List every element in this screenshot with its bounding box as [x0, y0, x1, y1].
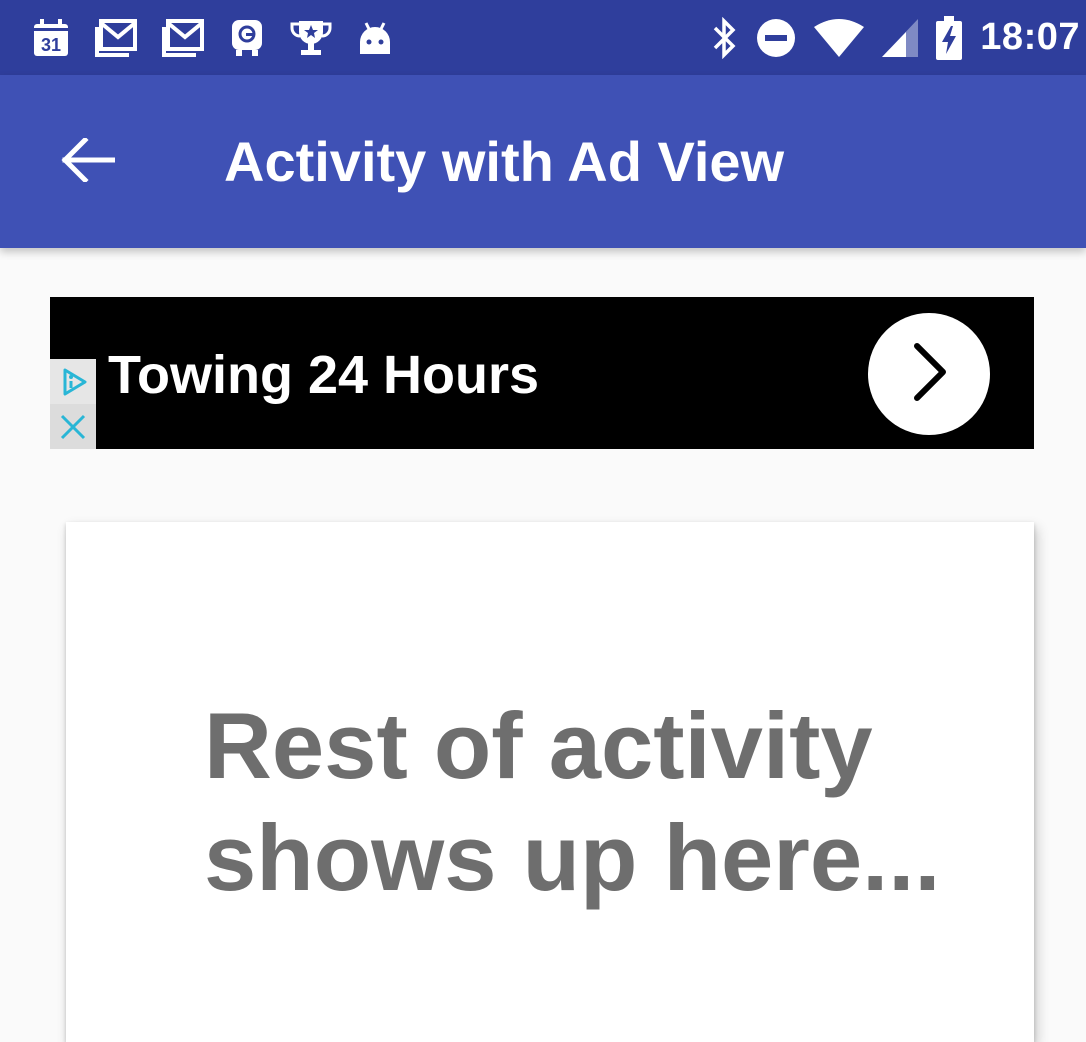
- system-icons: 18:07: [694, 15, 1080, 60]
- ad-headline[interactable]: Towing 24 Hours: [108, 343, 539, 407]
- wifi-icon: [814, 18, 865, 57]
- arrow-back-icon: [61, 135, 116, 187]
- cell-signal-icon: [882, 18, 919, 57]
- calendar-icon: 31: [32, 18, 70, 58]
- transit-icon: [229, 18, 265, 58]
- battery-charging-icon: [936, 15, 963, 60]
- content-card: Rest of activity shows up here...: [66, 522, 1034, 1042]
- gmail-icon: [162, 18, 204, 57]
- chevron-right-icon: [909, 342, 949, 407]
- app-bar: Activity with Ad View: [0, 75, 1086, 248]
- ad-choices-icon[interactable]: [50, 359, 96, 404]
- calendar-day: 31: [41, 35, 61, 55]
- content-placeholder-text: Rest of activity shows up here...: [204, 693, 941, 910]
- status-time: 18:07: [980, 16, 1080, 58]
- android-icon: [357, 20, 393, 56]
- ad-banner[interactable]: Towing 24 Hours: [50, 297, 1034, 449]
- ad-badges: [50, 359, 96, 449]
- back-button[interactable]: [58, 135, 118, 187]
- page-title: Activity with Ad View: [224, 130, 785, 193]
- gmail-icon: [95, 18, 137, 57]
- ad-action-button[interactable]: [868, 313, 990, 435]
- bluetooth-icon: [712, 16, 738, 59]
- status-bar: 31 18:07: [0, 0, 1086, 75]
- do-not-disturb-icon: [756, 18, 796, 58]
- notification-icons: 31: [32, 18, 418, 58]
- trophy-icon: [290, 18, 332, 58]
- close-icon[interactable]: [50, 404, 96, 449]
